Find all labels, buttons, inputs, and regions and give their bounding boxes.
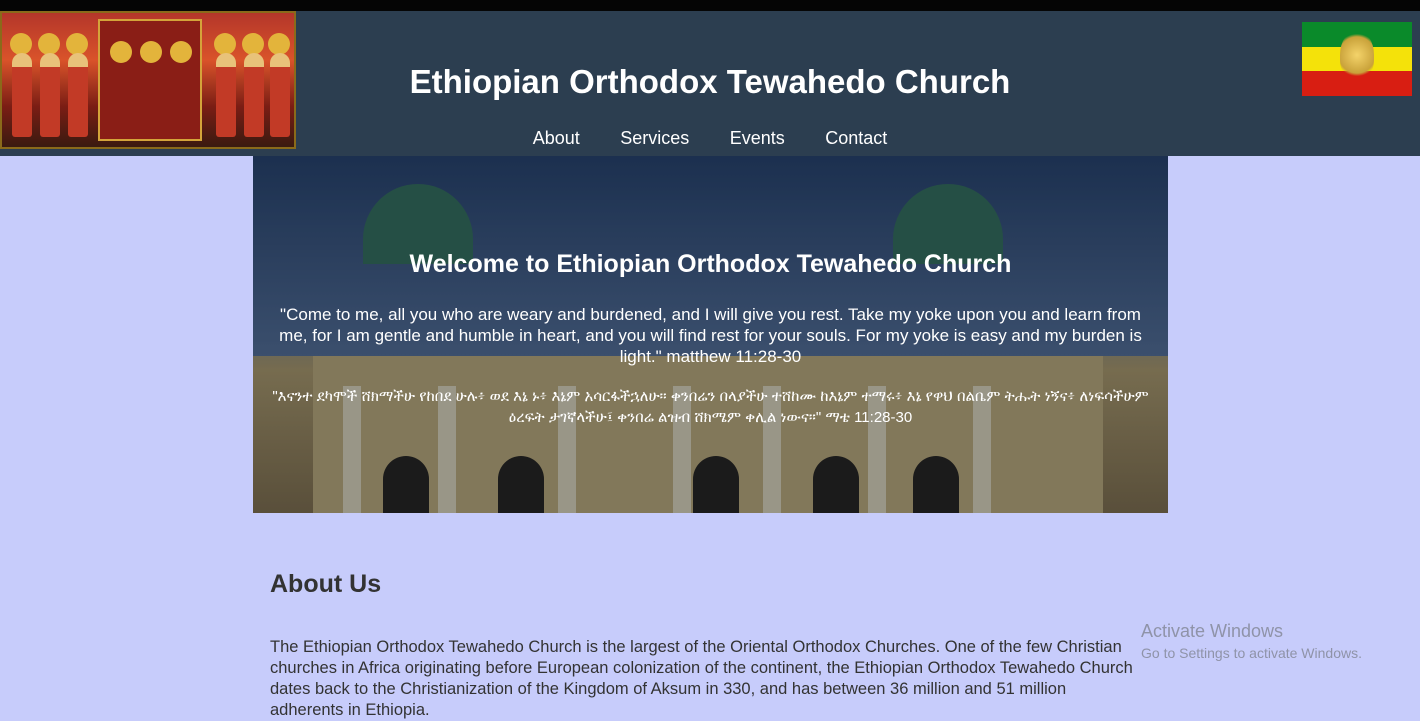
saint-figure <box>40 53 60 137</box>
window-top-bar <box>0 0 1420 11</box>
nav-contact[interactable]: Contact <box>825 128 887 149</box>
halo-icon <box>242 33 264 55</box>
icon-painting-center-panel <box>98 19 202 141</box>
saint-figure <box>270 53 290 137</box>
about-heading: About Us <box>270 570 382 598</box>
saint-figure <box>216 53 236 137</box>
halo-icon <box>10 33 32 55</box>
halo-icon <box>38 33 60 55</box>
nav-events[interactable]: Events <box>730 128 785 149</box>
verse-amharic: "እናንተ ደካሞች ሸክማችሁ የከበደ ሁሉ፥ ወደ እኔ ኑ፥ እኔም አ… <box>272 388 1149 426</box>
watermark-title: Activate Windows <box>1141 621 1284 641</box>
halo-icon <box>66 33 88 55</box>
about-text: The Ethiopian Orthodox Tewahedo Church i… <box>270 638 1133 719</box>
nav-about[interactable]: About <box>533 128 580 149</box>
nav-services[interactable]: Services <box>620 128 689 149</box>
halo-icon <box>140 41 162 63</box>
verse-english: "Come to me, all you who are weary and b… <box>279 305 1142 366</box>
watermark-subtitle: Go to Settings to activate Windows. <box>1141 645 1362 661</box>
halo-icon <box>214 33 236 55</box>
emblem-icon <box>1340 30 1374 80</box>
ethiopian-flag-icon <box>1302 22 1412 96</box>
hero-heading: Welcome to Ethiopian Orthodox Tewahedo C… <box>409 250 1012 278</box>
halo-icon <box>110 41 132 63</box>
halo-icon <box>268 33 290 55</box>
icon-painting-logo <box>0 11 296 149</box>
saint-figure <box>68 53 88 137</box>
saint-figure <box>12 53 32 137</box>
about-section: About Us The Ethiopian Orthodox Tewahedo… <box>270 570 1140 721</box>
saint-figure <box>244 53 264 137</box>
halo-icon <box>170 41 192 63</box>
hero-banner: Welcome to Ethiopian Orthodox Tewahedo C… <box>253 156 1168 513</box>
activate-windows-watermark: Activate Windows Go to Settings to activ… <box>1141 621 1362 661</box>
